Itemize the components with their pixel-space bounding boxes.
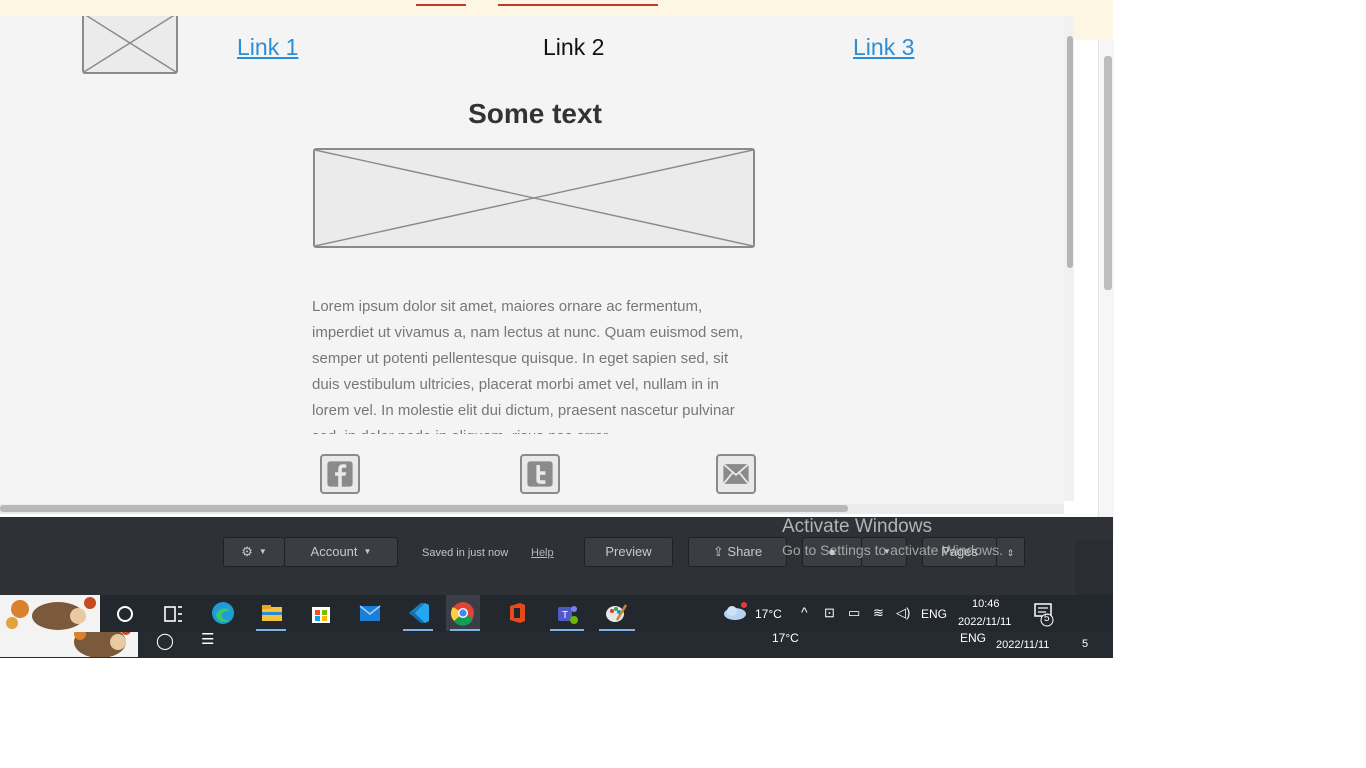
canvas-vertical-scrollbar-thumb[interactable] bbox=[1067, 36, 1073, 268]
paint-active-indicator bbox=[599, 629, 635, 631]
clock-time[interactable]: 10:46 bbox=[972, 598, 1000, 610]
updown-icon: ⇕ bbox=[1006, 548, 1015, 558]
email-icon[interactable] bbox=[716, 454, 756, 494]
search-icon[interactable]: ◯ bbox=[156, 631, 174, 651]
background-scrollbar-thumb[interactable] bbox=[1104, 56, 1112, 290]
account-label: Account bbox=[310, 544, 358, 559]
chrome-active-indicator bbox=[450, 629, 480, 631]
meet-now-icon[interactable]: ⊡ bbox=[824, 605, 835, 621]
chrome-icon[interactable] bbox=[446, 595, 480, 631]
mockup-canvas: Link 1 Link 2 Link 3 Some text Lorem ips… bbox=[0, 16, 1064, 508]
body-paragraph: Lorem ipsum dolor sit amet, maiores orna… bbox=[312, 298, 744, 434]
edge-icon[interactable] bbox=[210, 600, 236, 626]
svg-text:T: T bbox=[562, 610, 568, 621]
preview-button[interactable]: Preview bbox=[584, 537, 673, 567]
volume-icon[interactable]: ◁) bbox=[896, 605, 910, 621]
notification-count: 5 bbox=[1044, 613, 1050, 624]
top-notice-strip bbox=[0, 0, 1075, 16]
nav-link-3[interactable]: Link 3 bbox=[853, 34, 914, 61]
weather-temperature[interactable]: 17°C bbox=[755, 607, 782, 621]
preview-label: Preview bbox=[605, 544, 652, 559]
gear-icon: ⚙ bbox=[241, 544, 253, 559]
share-button[interactable]: ⇪ Share bbox=[688, 537, 787, 567]
vscode-active-indicator bbox=[403, 629, 433, 631]
notice-link-2[interactable] bbox=[498, 0, 658, 6]
chevron-down-icon: ▼ bbox=[363, 547, 372, 556]
weather-cloud-icon[interactable] bbox=[722, 601, 748, 623]
nav-link-2[interactable]: Link 2 bbox=[543, 34, 604, 61]
facebook-icon[interactable] bbox=[320, 454, 360, 494]
notice-link-1[interactable] bbox=[416, 0, 466, 6]
teams-active-indicator bbox=[550, 629, 584, 631]
vscode-icon[interactable] bbox=[406, 600, 432, 626]
explorer-active-indicator bbox=[256, 629, 286, 631]
language-shadow: ENG bbox=[960, 631, 987, 645]
taskbar: T 17°C ^ ⊡ ▭ ≋ ◁) ENG 10:46 2022/11/11 5 bbox=[0, 595, 1113, 632]
file-explorer-icon[interactable] bbox=[259, 600, 285, 626]
task-view-icon[interactable]: ☰ bbox=[201, 630, 214, 648]
chevron-up-icon[interactable]: ^ bbox=[801, 604, 808, 620]
clock-date[interactable]: 2022/11/11 bbox=[958, 616, 1011, 628]
share-icon: ⇪ bbox=[712, 544, 724, 559]
mail-icon[interactable] bbox=[357, 600, 383, 626]
canvas-horizontal-scrollbar-thumb[interactable] bbox=[0, 505, 848, 512]
hedgehog-widget-image[interactable] bbox=[0, 595, 100, 632]
share-label: Share bbox=[727, 544, 763, 559]
date-shadow: 2022/11/11 bbox=[996, 639, 1050, 651]
store-icon[interactable] bbox=[308, 600, 334, 626]
chevron-down-icon: ▼ bbox=[258, 547, 267, 556]
battery-icon[interactable]: ▭ bbox=[848, 605, 860, 621]
activation-watermark-subtitle: Go to Settings to activate Windows. bbox=[782, 542, 1003, 558]
paint-icon[interactable] bbox=[603, 600, 629, 626]
account-button[interactable]: Account ▼ bbox=[284, 537, 398, 567]
notification-count-shadow: 5 bbox=[1082, 638, 1089, 650]
teams-icon[interactable]: T bbox=[554, 600, 580, 626]
activation-watermark-title: Activate Windows bbox=[782, 516, 932, 537]
task-view-icon[interactable] bbox=[160, 601, 186, 627]
office-icon[interactable] bbox=[504, 600, 530, 626]
page-heading: Some text bbox=[468, 98, 602, 129]
search-icon[interactable] bbox=[112, 601, 138, 627]
weather-temp-shadow: 17°C bbox=[772, 631, 799, 645]
banner-image-placeholder bbox=[313, 148, 755, 248]
help-link[interactable]: Help bbox=[531, 547, 554, 559]
input-language[interactable]: ENG bbox=[921, 607, 947, 621]
nav-link-1[interactable]: Link 1 bbox=[237, 34, 298, 61]
logo-image-placeholder bbox=[82, 16, 178, 74]
settings-button[interactable]: ⚙ ▼ bbox=[223, 537, 285, 567]
save-status: Saved in just now bbox=[422, 547, 509, 559]
twitter-icon[interactable] bbox=[520, 454, 560, 494]
wifi-icon[interactable]: ≋ bbox=[873, 605, 884, 621]
toolbar-edge bbox=[1075, 540, 1113, 595]
